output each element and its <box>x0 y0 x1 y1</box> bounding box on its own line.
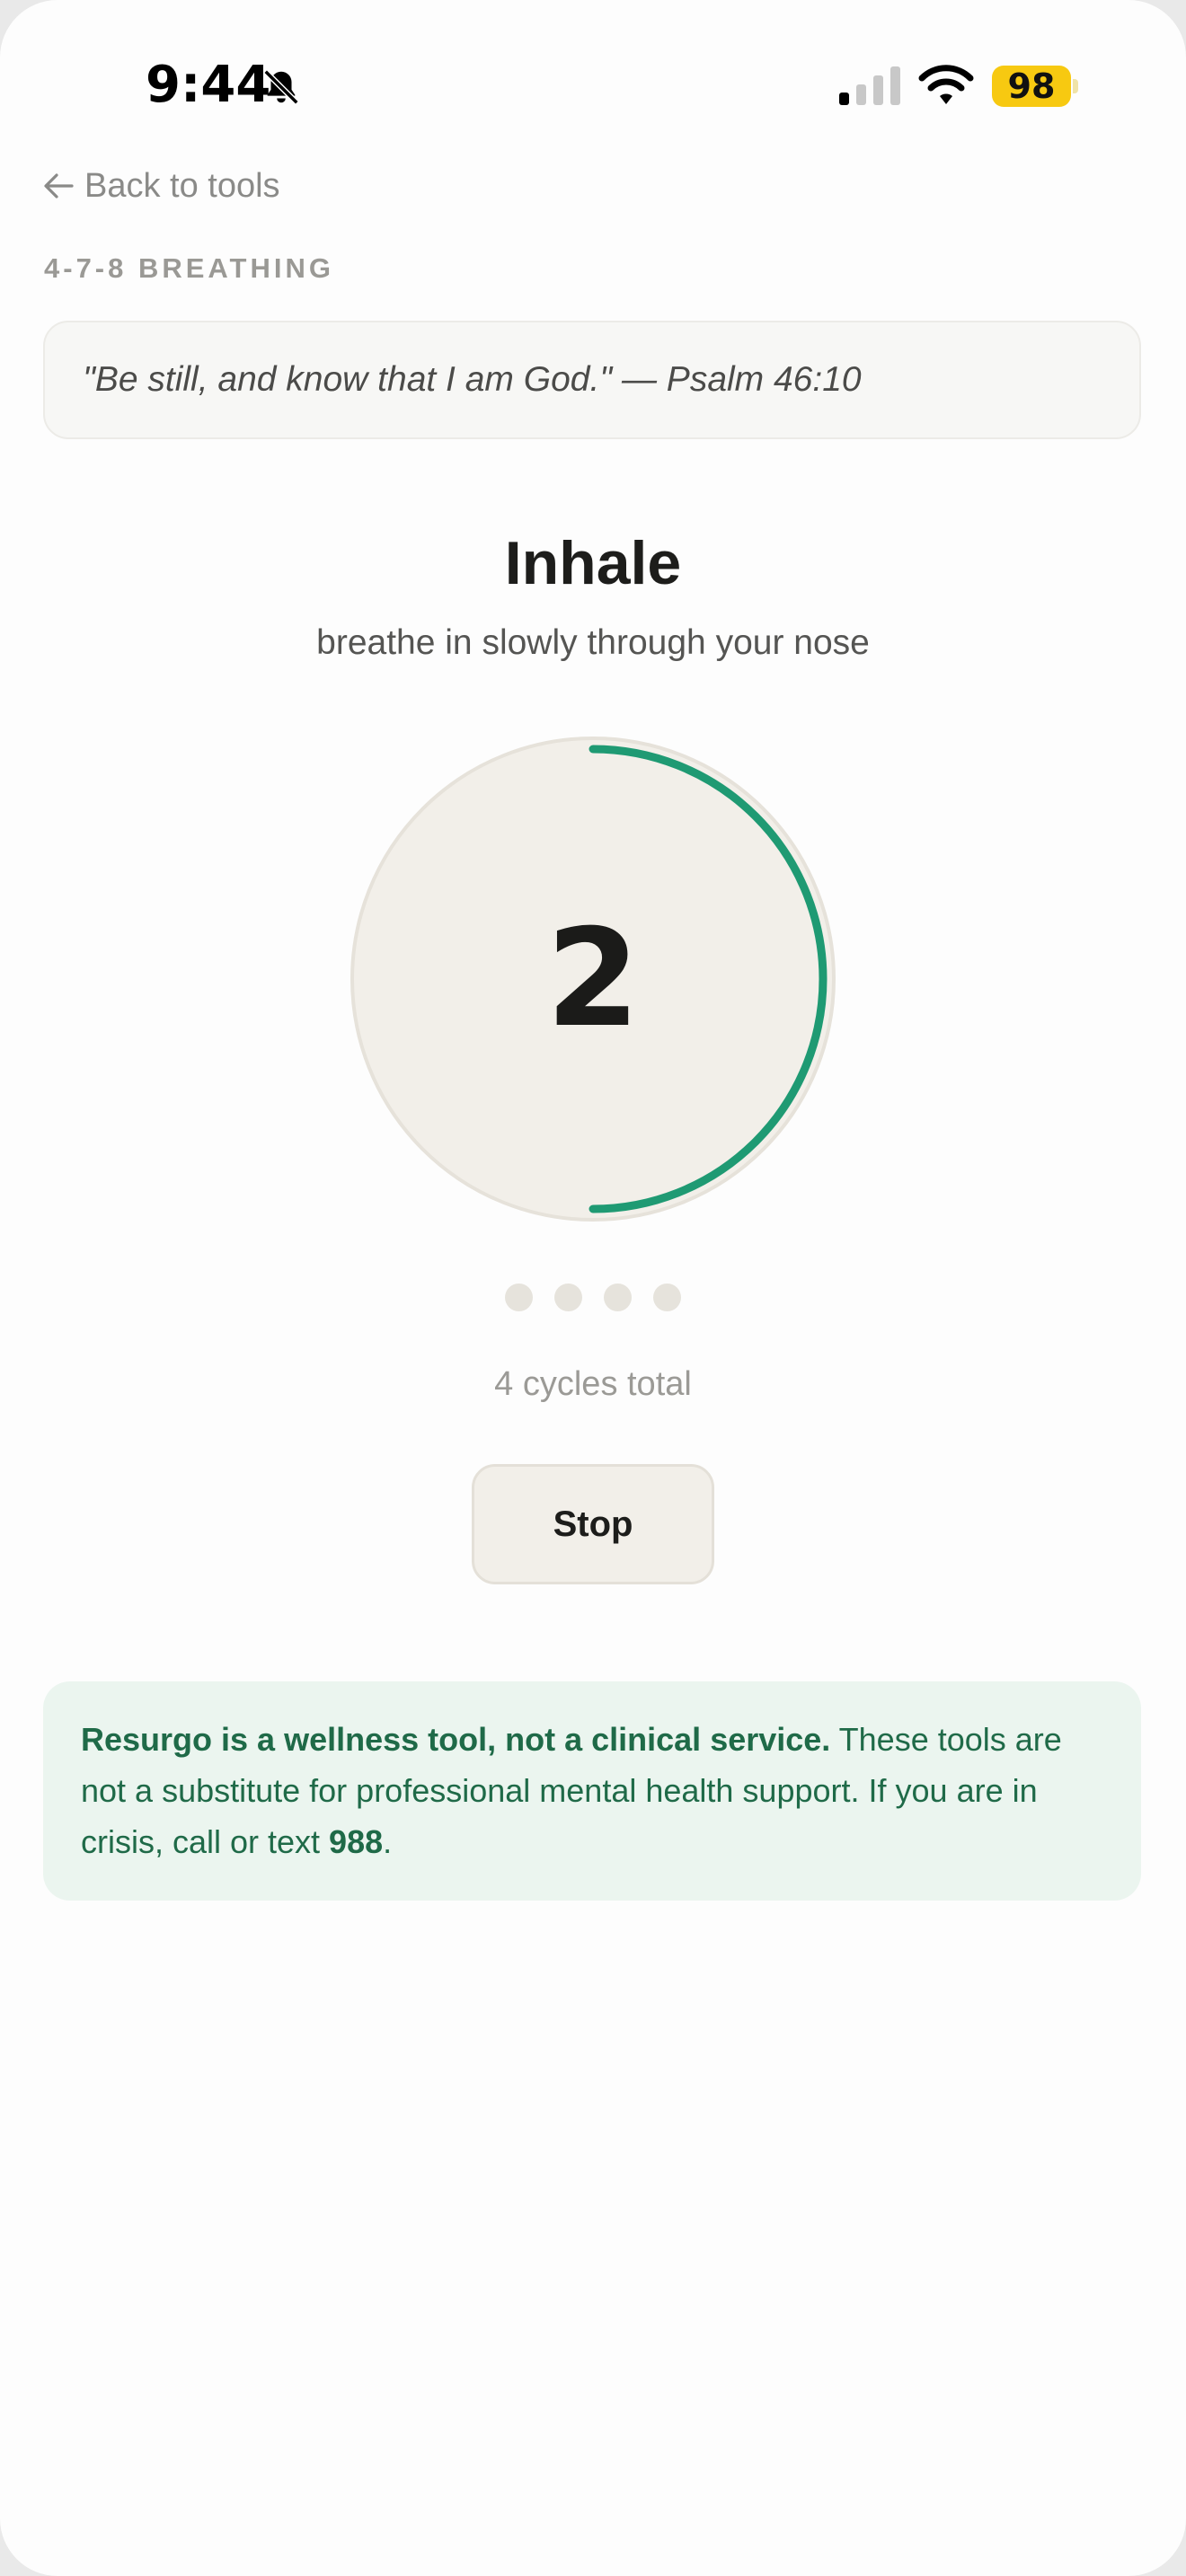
stop-button[interactable]: Stop <box>472 1464 714 1584</box>
status-bar: 9:44 98 <box>0 0 1186 171</box>
countdown-number: 2 <box>545 901 641 1057</box>
cycle-dots <box>0 1284 1186 1311</box>
breathing-screen: 9:44 98 Back to tools 4-7-8 BREATHING "B… <box>0 0 1186 2576</box>
cycle-dot <box>554 1284 582 1311</box>
disclaimer-tail: . <box>383 1823 393 1860</box>
arrow-left-icon <box>44 173 74 198</box>
verse-text: "Be still, and know that I am God." — Ps… <box>83 360 862 399</box>
cycle-dot <box>604 1284 632 1311</box>
battery-indicator: 98 <box>992 66 1071 107</box>
cycles-total-text: 4 cycles total <box>494 1365 692 1403</box>
cellular-signal-icon <box>839 66 900 105</box>
wifi-icon <box>918 65 974 104</box>
crisis-hotline: 988 <box>329 1823 384 1860</box>
cycle-dot <box>653 1284 681 1311</box>
phase-title: Inhale <box>504 529 682 597</box>
back-to-tools-link[interactable]: Back to tools <box>43 163 280 208</box>
disclaimer-box: Resurgo is a wellness tool, not a clinic… <box>43 1681 1141 1901</box>
disclaimer-bold: Resurgo is a wellness tool, not a clinic… <box>81 1721 831 1758</box>
cycle-dot <box>505 1284 533 1311</box>
verse-card: "Be still, and know that I am God." — Ps… <box>43 321 1141 439</box>
back-label: Back to tools <box>84 166 280 205</box>
battery-cap <box>1073 79 1078 93</box>
exercise-label: 4-7-8 BREATHING <box>44 252 334 284</box>
bell-slash-icon <box>263 69 299 105</box>
phase-instruction: breathe in slowly through your nose <box>316 623 870 662</box>
status-time: 9:44 <box>146 56 271 114</box>
